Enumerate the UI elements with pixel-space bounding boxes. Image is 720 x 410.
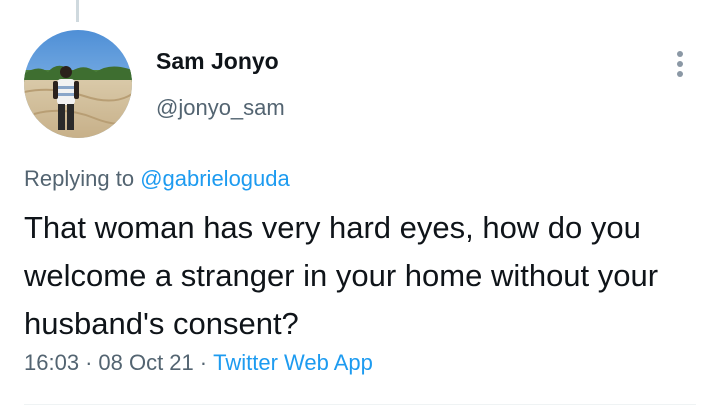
replying-to-label: Replying to (24, 166, 141, 191)
author-handle[interactable]: @jonyo_sam (156, 95, 285, 121)
more-vertical-icon[interactable] (664, 44, 696, 84)
replying-to: Replying to @gabrieloguda (24, 166, 290, 192)
thread-connector-line (76, 0, 79, 22)
tweet-source-link[interactable]: Twitter Web App (213, 350, 373, 375)
more-dot (677, 61, 683, 67)
more-dot (677, 71, 683, 77)
author-name[interactable]: Sam Jonyo (156, 48, 279, 75)
meta-separator: · (199, 350, 208, 375)
tweet-metadata: 16:03 · 08 Oct 21 · Twitter Web App (24, 350, 373, 376)
meta-separator: · (85, 350, 93, 375)
replying-to-handle-link[interactable]: @gabrieloguda (140, 166, 290, 191)
divider (24, 404, 696, 405)
more-dot (677, 51, 683, 57)
avatar[interactable] (24, 30, 132, 138)
tweet-time[interactable]: 16:03 (24, 350, 79, 375)
tweet-date[interactable]: 08 Oct 21 (98, 350, 193, 375)
avatar-photo (24, 30, 132, 138)
tweet-text: That woman has very hard eyes, how do yo… (24, 210, 659, 341)
